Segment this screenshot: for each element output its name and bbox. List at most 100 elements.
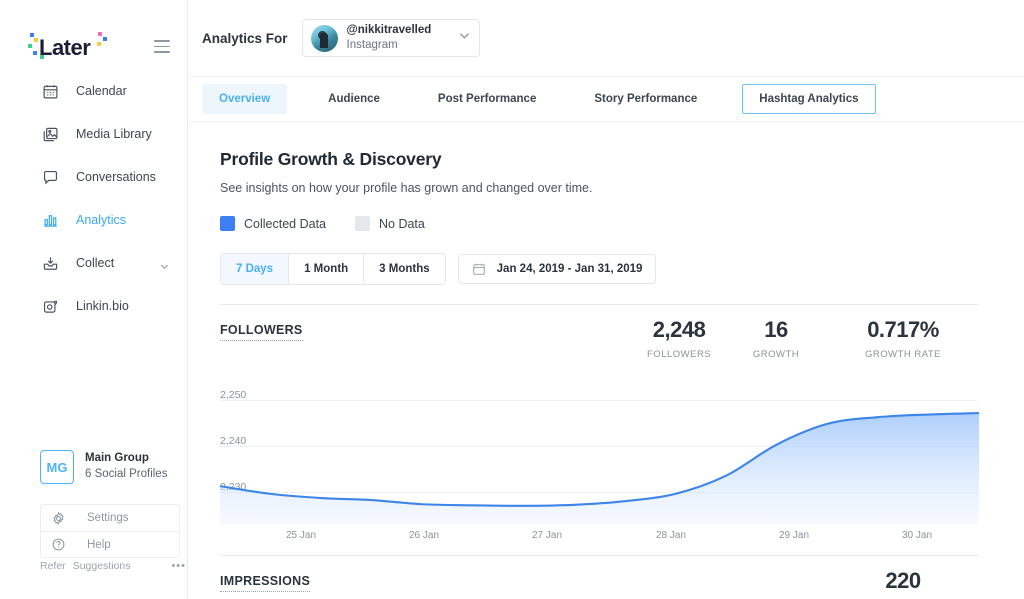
refer-link[interactable]: Refer xyxy=(40,560,66,572)
sidebar-item-media-library[interactable]: Media Library xyxy=(14,119,188,149)
chevron-down-icon[interactable] xyxy=(458,29,471,47)
help-label: Help xyxy=(87,538,111,551)
x-axis: 25 Jan 26 Jan 27 Jan 28 Jan 29 Jan 30 Ja… xyxy=(220,530,979,546)
sidebar-item-label: Linkin.bio xyxy=(76,299,129,313)
app-root: Later Calendar Media Library Conversatio… xyxy=(0,0,1024,599)
sidebar-footer: Refer Suggestions ••• xyxy=(40,560,186,572)
profile-handle: @nikkitravelled xyxy=(346,24,432,37)
sidebar: Later Calendar Media Library Conversatio… xyxy=(14,0,188,599)
stat-value: 16 xyxy=(764,317,788,342)
account-switcher[interactable]: MG Main Group 6 Social Profiles xyxy=(40,450,167,484)
divider xyxy=(220,555,979,556)
section-subheading: See insights on how your profile has gro… xyxy=(220,181,593,195)
tab-label: Story Performance xyxy=(594,93,698,105)
sidebar-item-linkinbio[interactable]: Linkin.bio xyxy=(14,291,188,321)
stat-impressions: 220 IMPRESSIONS xyxy=(848,568,958,599)
followers-section-title[interactable]: FOLLOWERS xyxy=(220,323,303,341)
sidebar-item-collect[interactable]: Collect xyxy=(14,248,188,278)
profile-avatar xyxy=(310,24,338,52)
legend-item-nodata: No Data xyxy=(355,216,425,231)
stat-label: GROWTH RATE xyxy=(864,349,942,360)
main-area: Analytics For @nikkitravelled Instagram … xyxy=(189,0,1024,599)
range-label: 3 Months xyxy=(379,263,430,275)
page-title: Analytics For xyxy=(202,30,288,46)
tab-label: Post Performance xyxy=(437,93,537,105)
tab-overview[interactable]: Overview xyxy=(202,84,288,114)
legend-item-collected: Collected Data xyxy=(220,216,326,231)
x-axis-tick: 29 Jan xyxy=(778,530,810,541)
tab-label: Overview xyxy=(219,93,271,105)
range-7-days[interactable]: 7 Days xyxy=(221,254,289,284)
link-camera-icon xyxy=(40,296,60,316)
bar-chart-icon xyxy=(40,210,60,230)
question-circle-icon xyxy=(49,536,67,554)
date-range-label: Jan 24, 2019 - Jan 31, 2019 xyxy=(496,263,643,275)
profile-network: Instagram xyxy=(346,39,398,51)
stat-followers: 2,248 FOLLOWERS xyxy=(647,317,711,360)
date-range-picker[interactable]: Jan 24, 2019 - Jan 31, 2019 xyxy=(457,254,657,284)
stat-value: 0.717% xyxy=(867,317,939,342)
followers-chart: 2,250 2,240 2,230 xyxy=(220,385,979,525)
more-options-icon[interactable]: ••• xyxy=(171,560,186,572)
legend-swatch xyxy=(220,216,235,231)
sidebar-item-label: Analytics xyxy=(76,213,127,227)
tab-label: Hashtag Analytics xyxy=(759,93,859,105)
section-heading: Profile Growth & Discovery xyxy=(220,149,442,169)
impressions-section-title[interactable]: IMPRESSIONS xyxy=(220,574,311,592)
avatar: MG xyxy=(40,450,74,484)
sidebar-item-label: Calendar xyxy=(76,84,127,98)
sidebar-item-conversations[interactable]: Conversations xyxy=(14,162,188,192)
x-axis-tick: 27 Jan xyxy=(531,530,563,541)
tab-story-performance[interactable]: Story Performance xyxy=(577,84,714,114)
stat-value: 220 xyxy=(885,568,921,593)
suggestions-link[interactable]: Suggestions xyxy=(73,560,131,572)
settings-button[interactable]: Settings xyxy=(41,505,179,531)
stat-label: GROWTH xyxy=(752,349,800,360)
sidebar-item-calendar[interactable]: Calendar xyxy=(14,76,188,106)
x-axis-tick: 30 Jan xyxy=(901,530,933,541)
topbar: Analytics For @nikkitravelled Instagram xyxy=(189,0,1024,77)
chart-legend: Collected Data No Data xyxy=(220,216,1024,231)
range-selector: 7 Days 1 Month 3 Months Jan 24, 2019 - J… xyxy=(220,253,1024,285)
profile-select[interactable]: @nikkitravelled Instagram xyxy=(301,19,480,57)
gear-icon xyxy=(49,509,67,527)
divider xyxy=(220,304,979,305)
x-axis-tick: 25 Jan xyxy=(285,530,317,541)
sidebar-nav: Calendar Media Library Conversations Ana… xyxy=(14,76,188,334)
profile-text: @nikkitravelled Instagram xyxy=(347,23,432,53)
tab-hashtag-analytics[interactable]: Hashtag Analytics xyxy=(742,84,876,114)
legend-label: No Data xyxy=(379,216,425,231)
legend-label: Collected Data xyxy=(244,216,326,231)
stat-growth: 16 GROWTH xyxy=(740,317,812,360)
impressions-metric-row: IMPRESSIONS 220 IMPRESSIONS xyxy=(220,568,979,599)
x-axis-tick: 28 Jan xyxy=(655,530,687,541)
range-segmented-control: 7 Days 1 Month 3 Months xyxy=(220,253,446,285)
chevron-down-icon[interactable] xyxy=(159,259,170,277)
sidebar-item-label: Media Library xyxy=(76,127,152,141)
hamburger-icon[interactable] xyxy=(154,40,170,53)
range-3-months[interactable]: 3 Months xyxy=(363,254,445,284)
inbox-download-icon xyxy=(40,253,60,273)
sidebar-item-label: Conversations xyxy=(76,170,156,184)
sidebar-item-analytics[interactable]: Analytics xyxy=(14,205,188,235)
stat-label: FOLLOWERS xyxy=(647,349,712,360)
x-axis-tick: 26 Jan xyxy=(408,530,440,541)
tab-label: Audience xyxy=(328,93,380,105)
followers-chart-svg xyxy=(220,411,979,525)
followers-metric-row: FOLLOWERS 2,248 FOLLOWERS 16 GROWTH 0.71… xyxy=(220,317,979,375)
tab-post-performance[interactable]: Post Performance xyxy=(421,84,553,114)
later-logo[interactable]: Later xyxy=(28,32,107,61)
legend-swatch xyxy=(355,216,370,231)
tab-audience[interactable]: Audience xyxy=(311,84,397,114)
tab-bar: Overview Audience Post Performance Story… xyxy=(189,77,1024,122)
calendar-icon xyxy=(40,81,60,101)
stat-value: 2,248 xyxy=(652,317,706,342)
sidebar-header: Later xyxy=(14,30,188,66)
help-button[interactable]: Help xyxy=(41,531,179,557)
range-1-month[interactable]: 1 Month xyxy=(288,254,364,284)
image-icon xyxy=(40,124,60,144)
later-logo-text: Later xyxy=(39,35,91,60)
account-name: Main Group xyxy=(85,452,149,465)
sidebar-item-label: Collect xyxy=(76,256,115,270)
settings-label: Settings xyxy=(87,512,129,524)
